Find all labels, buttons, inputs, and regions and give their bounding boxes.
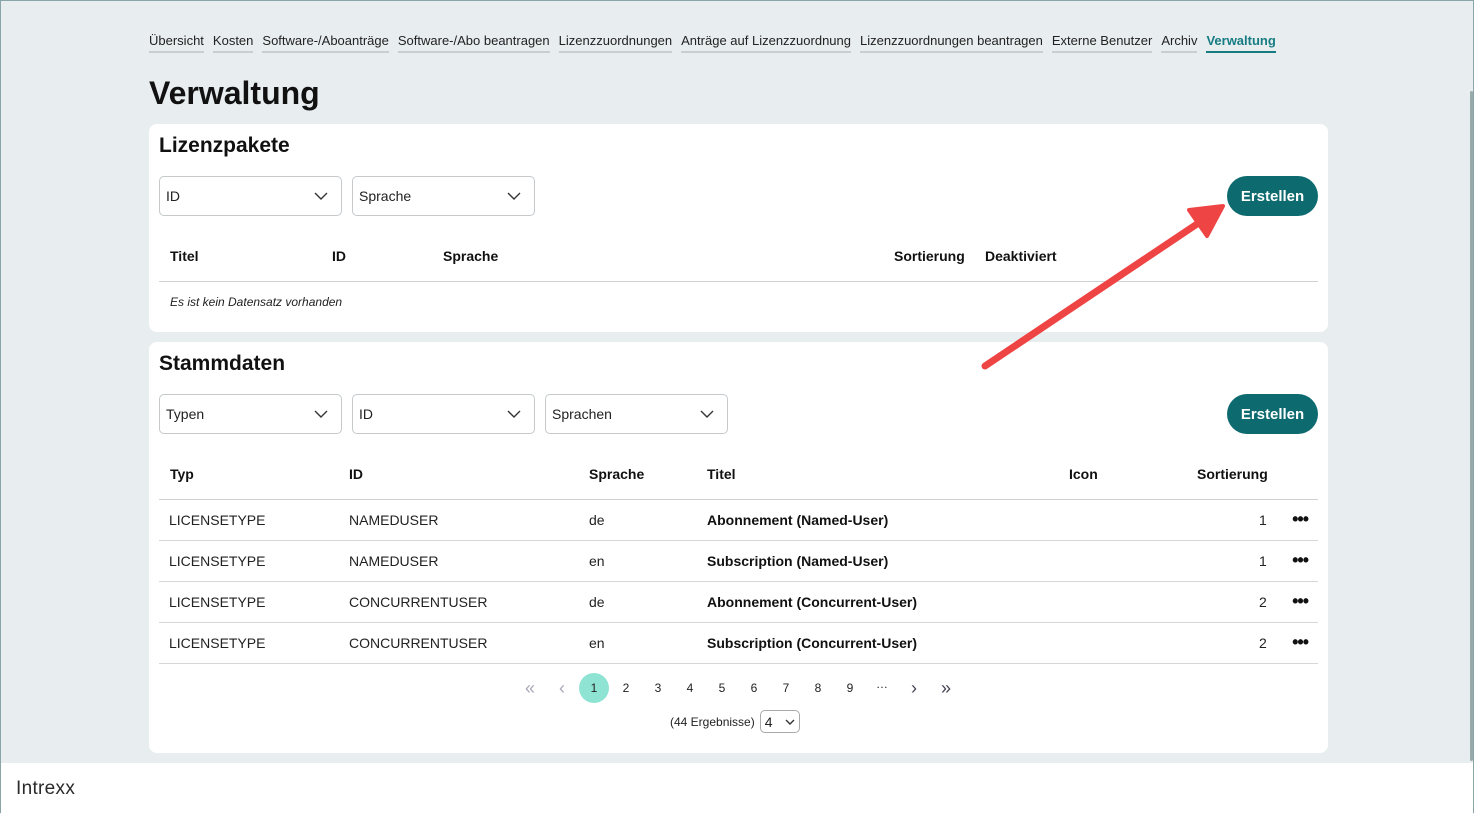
nav-software-abo-beantragen[interactable]: Software-/Abo beantragen [397,33,550,53]
filter-sprachen-select[interactable]: Sprachen [545,394,728,434]
first-page-icon[interactable]: « [515,673,545,703]
more-dots-icon[interactable]: ••• [1292,591,1309,612]
page-ellipsis[interactable]: … [867,669,897,699]
cell-sprache: de [589,594,605,610]
stammdaten-title: Stammdaten [159,352,286,375]
cell-titel: Subscription (Named-User) [707,553,889,569]
more-dots-icon[interactable]: ••• [1292,550,1309,571]
filter-id-select[interactable]: ID [159,176,342,216]
nav-lizenzzuordnungen[interactable]: Lizenzzuordnungen [558,33,673,53]
cell-typ: LICENSETYPE [169,594,266,610]
col-sprache[interactable]: Sprache [443,248,498,264]
nav-uebersicht[interactable]: Übersicht [149,33,204,53]
col-icon[interactable]: Icon [1069,466,1098,482]
more-dots-icon[interactable]: ••• [1292,632,1309,653]
chevron-down-icon [507,192,521,200]
cell-sortierung: 2 [1259,635,1267,651]
cell-typ: LICENSETYPE [169,553,266,569]
col-id[interactable]: ID [332,248,346,264]
chevron-down-icon [314,192,328,200]
cell-sortierung: 1 [1259,553,1267,569]
cell-sortierung: 2 [1259,594,1267,610]
cell-id: CONCURRENTUSER [349,635,488,651]
prev-page-icon[interactable]: ‹ [547,673,577,703]
cell-id: NAMEDUSER [349,512,439,528]
nav-verwaltung[interactable]: Verwaltung [1206,33,1276,53]
table-row[interactable]: LICENSETYPE CONCURRENTUSER en Subscripti… [159,623,1318,664]
chevron-down-icon [700,410,714,418]
page-5[interactable]: 5 [707,673,737,703]
cell-sprache: de [589,512,605,528]
filter-id-select[interactable]: ID [352,394,535,434]
pagination: « ‹ 1 2 3 4 5 6 7 8 9 … › » [149,673,1328,703]
page-7[interactable]: 7 [771,673,801,703]
col-titel[interactable]: Titel [170,248,199,264]
filter-typen-label: Typen [166,406,205,422]
chevron-down-icon [314,410,328,418]
result-summary: (44 Ergebnisse) 4 [670,710,800,733]
cell-typ: LICENSETYPE [169,512,266,528]
intrexx-logo: Intrexx [16,778,76,799]
stammdaten-create-button[interactable]: Erstellen [1227,394,1318,434]
cell-typ: LICENSETYPE [169,635,266,651]
cell-id: NAMEDUSER [349,553,439,569]
table-header-divider [159,281,1318,282]
filter-id-label: ID [359,406,373,422]
cell-sortierung: 1 [1259,512,1267,528]
cell-titel: Abonnement (Concurrent-User) [707,594,918,610]
page-1[interactable]: 1 [579,673,609,703]
last-page-icon[interactable]: » [931,673,961,703]
col-sortierung[interactable]: Sortierung [894,248,965,264]
empty-message: Es ist kein Datensatz vorhanden [170,295,343,309]
col-id[interactable]: ID [349,466,363,482]
filter-sprache-select[interactable]: Sprache [352,176,535,216]
cell-id: CONCURRENTUSER [349,594,488,610]
page-size-value: 4 [764,713,773,730]
nav-externe-benutzer[interactable]: Externe Benutzer [1051,33,1153,53]
nav-archiv[interactable]: Archiv [1161,33,1198,53]
lizenzpakete-create-button[interactable]: Erstellen [1227,176,1318,216]
col-sprache[interactable]: Sprache [589,466,644,482]
page-9[interactable]: 9 [835,673,865,703]
cell-sprache: en [589,553,605,569]
nav-software-aboantraege[interactable]: Software-/Aboanträge [262,33,389,53]
col-titel[interactable]: Titel [707,466,736,482]
next-page-icon[interactable]: › [899,673,929,703]
cell-titel: Subscription (Concurrent-User) [707,635,918,651]
page-title: Verwaltung [149,75,320,111]
filter-typen-select[interactable]: Typen [159,394,342,434]
page-scrollbar[interactable] [1470,91,1473,761]
table-row[interactable]: LICENSETYPE CONCURRENTUSER de Abonnement… [159,582,1318,623]
footer: Intrexx [1,763,1473,814]
page-6[interactable]: 6 [739,673,769,703]
nav-antraege-lizenzzuordnung[interactable]: Anträge auf Lizenzzuordnung [681,33,851,53]
page-size-select[interactable]: 4 [759,710,800,733]
page-3[interactable]: 3 [643,673,673,703]
col-sortierung[interactable]: Sortierung [1197,466,1268,482]
filter-sprachen-label: Sprachen [552,406,612,422]
table-row[interactable]: LICENSETYPE NAMEDUSER de Abonnement (Nam… [159,500,1318,541]
nav-lizenzzuordnungen-beantragen[interactable]: Lizenzzuordnungen beantragen [860,33,1043,53]
page-4[interactable]: 4 [675,673,705,703]
table-row[interactable]: LICENSETYPE NAMEDUSER en Subscription (N… [159,541,1318,582]
chevron-down-icon [507,410,521,418]
top-navigation: Übersicht Kosten Software-/Aboanträge So… [149,33,1276,53]
lizenzpakete-card: Lizenzpakete ID Sprache Erstellen Titel … [149,124,1328,332]
page-2[interactable]: 2 [611,673,641,703]
col-typ[interactable]: Typ [170,466,194,482]
nav-kosten[interactable]: Kosten [212,33,254,53]
chevron-down-icon [785,719,795,725]
cell-sprache: en [589,635,605,651]
filter-id-label: ID [166,188,180,204]
col-deaktiviert[interactable]: Deaktiviert [985,248,1057,264]
lizenzpakete-title: Lizenzpakete [159,134,290,157]
result-count: (44 Ergebnisse) [670,714,755,729]
filter-sprache-label: Sprache [359,188,412,204]
more-dots-icon[interactable]: ••• [1292,509,1309,530]
stammdaten-card: Stammdaten Typen ID Sprachen Erstellen T… [149,342,1328,753]
page-8[interactable]: 8 [803,673,833,703]
cell-titel: Abonnement (Named-User) [707,512,889,528]
